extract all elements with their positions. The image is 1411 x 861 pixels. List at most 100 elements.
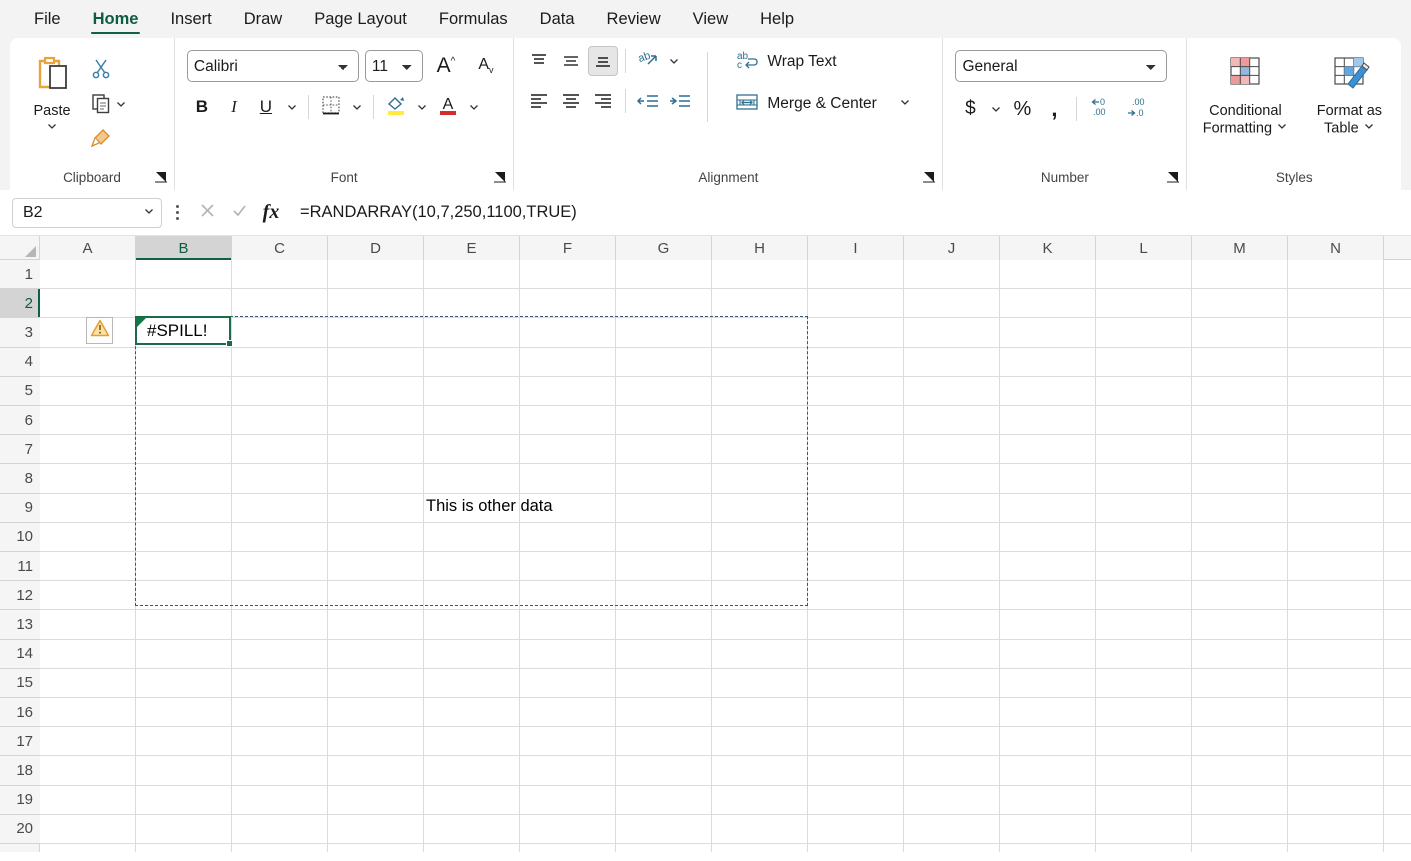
name-box-chevron-down-icon[interactable] (143, 204, 155, 222)
select-all-button[interactable] (0, 236, 40, 260)
row-header-12[interactable]: 12 (0, 581, 40, 610)
paste-button[interactable]: Paste (18, 46, 86, 190)
row-header-8[interactable]: 8 (0, 464, 40, 493)
wrap-text-button[interactable]: ab c Wrap Text (727, 46, 918, 78)
cut-button[interactable] (86, 54, 116, 87)
copy-chevron-down-icon[interactable] (115, 97, 127, 115)
increase-font-size-button[interactable]: A^ (429, 51, 463, 81)
column-header-L[interactable]: L (1096, 236, 1192, 260)
column-header-K[interactable]: K (1000, 236, 1096, 260)
clipboard-dialog-launcher[interactable] (154, 170, 168, 184)
underline-button[interactable]: U (251, 92, 281, 122)
percent-format-button[interactable]: % (1007, 94, 1037, 124)
increase-indent-button[interactable] (665, 86, 695, 116)
tab-draw[interactable]: Draw (228, 0, 299, 38)
align-top-button[interactable] (524, 46, 554, 76)
column-header-B[interactable]: B (136, 236, 232, 260)
align-bottom-button[interactable] (588, 46, 618, 76)
bold-button[interactable]: B (187, 92, 217, 122)
borders-button[interactable] (316, 92, 346, 122)
row-header-5[interactable]: 5 (0, 377, 40, 406)
row-header-1[interactable]: 1 (0, 260, 40, 289)
merge-center-chevron-down-icon[interactable] (899, 95, 911, 113)
row-header-19[interactable]: 19 (0, 786, 40, 815)
fill-color-button[interactable] (381, 92, 411, 122)
accounting-format-button[interactable]: $ (955, 94, 985, 124)
formula-input[interactable] (292, 198, 1403, 228)
name-box[interactable]: B2 (12, 198, 162, 228)
column-header-M[interactable]: M (1192, 236, 1288, 260)
align-center-button[interactable] (556, 86, 586, 116)
tab-formulas[interactable]: Formulas (423, 0, 524, 38)
row-header-10[interactable]: 10 (0, 523, 40, 552)
cell-area[interactable]: This is other data #SPILL! (40, 260, 1411, 852)
formula-bar-more-icon[interactable] (168, 205, 186, 220)
format-as-table-chevron-down-icon[interactable] (1363, 120, 1375, 137)
font-color-button[interactable]: A (433, 92, 463, 122)
column-header-G[interactable]: G (616, 236, 712, 260)
column-header-H[interactable]: H (712, 236, 808, 260)
align-left-button[interactable] (524, 86, 554, 116)
column-header-E[interactable]: E (424, 236, 520, 260)
row-header-11[interactable]: 11 (0, 552, 40, 581)
tab-data[interactable]: Data (524, 0, 591, 38)
row-header-4[interactable]: 4 (0, 348, 40, 377)
confirm-entry-button[interactable] (224, 198, 254, 228)
tab-view[interactable]: View (677, 0, 744, 38)
column-header-N[interactable]: N (1288, 236, 1384, 260)
borders-chevron-down-icon[interactable] (348, 92, 366, 122)
underline-chevron-down-icon[interactable] (283, 92, 301, 122)
column-header-D[interactable]: D (328, 236, 424, 260)
column-header-J[interactable]: J (904, 236, 1000, 260)
fill-handle[interactable] (226, 340, 233, 347)
column-header-I[interactable]: I (808, 236, 904, 260)
font-family-select[interactable]: Calibri (187, 50, 359, 82)
tab-home[interactable]: Home (77, 0, 155, 38)
align-right-button[interactable] (588, 86, 618, 116)
row-header-16[interactable]: 16 (0, 698, 40, 727)
row-header-2[interactable]: 2 (0, 289, 40, 318)
font-dialog-launcher[interactable] (493, 170, 507, 184)
orientation-button[interactable]: ab (633, 46, 663, 76)
decrease-font-size-button[interactable]: Av (469, 51, 503, 81)
tab-insert[interactable]: Insert (154, 0, 227, 38)
font-size-select[interactable]: 11 (365, 50, 423, 82)
column-header-F[interactable]: F (520, 236, 616, 260)
column-header-C[interactable]: C (232, 236, 328, 260)
row-header-17[interactable]: 17 (0, 727, 40, 756)
paste-chevron-down-icon[interactable] (46, 119, 58, 137)
merge-and-center-button[interactable]: Merge & Center (727, 88, 918, 120)
orientation-chevron-down-icon[interactable] (665, 46, 683, 76)
tab-page-layout[interactable]: Page Layout (298, 0, 423, 38)
insert-function-button[interactable]: fx (256, 198, 286, 228)
alignment-dialog-launcher[interactable] (922, 170, 936, 184)
increase-decimal-button[interactable]: 0 .00 (1084, 94, 1118, 124)
row-header-7[interactable]: 7 (0, 435, 40, 464)
font-color-chevron-down-icon[interactable] (465, 92, 483, 122)
column-header-A[interactable]: A (40, 236, 136, 260)
row-header-20[interactable]: 20 (0, 815, 40, 844)
row-header-13[interactable]: 13 (0, 610, 40, 639)
accounting-chevron-down-icon[interactable] (987, 94, 1005, 124)
cancel-entry-button[interactable] (192, 198, 222, 228)
format-as-table-button[interactable]: Format as Table (1299, 50, 1399, 141)
copy-button[interactable] (86, 89, 131, 122)
row-header-18[interactable]: 18 (0, 756, 40, 785)
decrease-indent-button[interactable] (633, 86, 663, 116)
decrease-decimal-button[interactable]: .00 .0 (1120, 94, 1154, 124)
align-middle-button[interactable] (556, 46, 586, 76)
number-format-select[interactable]: General (955, 50, 1167, 82)
cell-B2-selected[interactable]: #SPILL! (135, 316, 231, 345)
error-warning-button[interactable] (86, 317, 113, 344)
conditional-formatting-chevron-down-icon[interactable] (1276, 120, 1288, 137)
conditional-formatting-button[interactable]: Conditional Formatting (1195, 50, 1295, 141)
tab-help[interactable]: Help (744, 0, 810, 38)
number-dialog-launcher[interactable] (1166, 170, 1180, 184)
row-header-14[interactable]: 14 (0, 640, 40, 669)
tab-file[interactable]: File (18, 0, 77, 38)
row-header-3[interactable]: 3 (0, 318, 40, 347)
italic-button[interactable]: I (219, 92, 249, 122)
tab-review[interactable]: Review (591, 0, 677, 38)
format-painter-button[interactable] (86, 124, 116, 157)
fill-color-chevron-down-icon[interactable] (413, 92, 431, 122)
